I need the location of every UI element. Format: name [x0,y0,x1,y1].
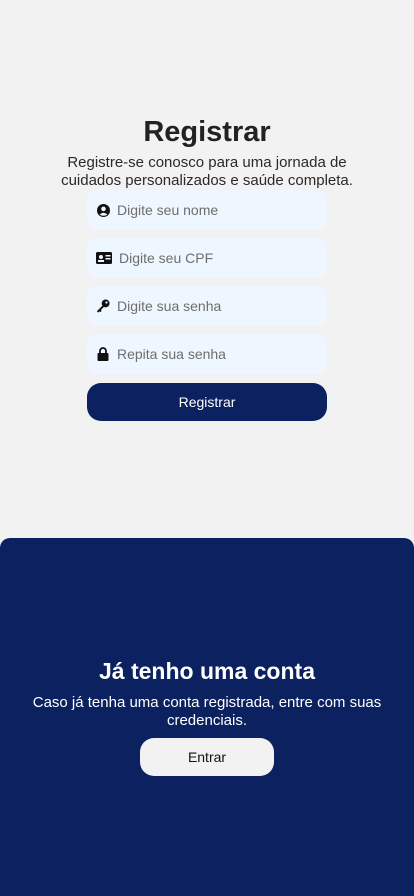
login-title: Já tenho uma conta [99,658,315,684]
name-field[interactable] [87,190,327,230]
confirm-password-input[interactable] [117,346,317,362]
login-panel: Já tenho uma conta Caso já tenha uma con… [0,538,414,896]
cpf-field[interactable] [87,238,327,278]
login-subtitle: Caso já tenha uma conta registrada, entr… [32,694,382,729]
password-field[interactable] [87,286,327,326]
key-icon [95,298,111,314]
enter-button[interactable]: Entrar [140,738,274,776]
confirm-password-field[interactable] [87,334,327,374]
register-section: Registrar Registre-se conosco para uma j… [0,0,414,538]
register-button[interactable]: Registrar [87,383,327,421]
cpf-input[interactable] [119,250,319,266]
name-input[interactable] [117,202,317,218]
user-circle-icon [95,202,111,218]
lock-icon [95,346,111,362]
register-subtitle: Registre-se conosco para uma jornada de … [61,154,353,189]
password-input[interactable] [117,298,317,314]
id-card-icon [95,250,113,266]
register-title: Registrar [143,116,271,148]
